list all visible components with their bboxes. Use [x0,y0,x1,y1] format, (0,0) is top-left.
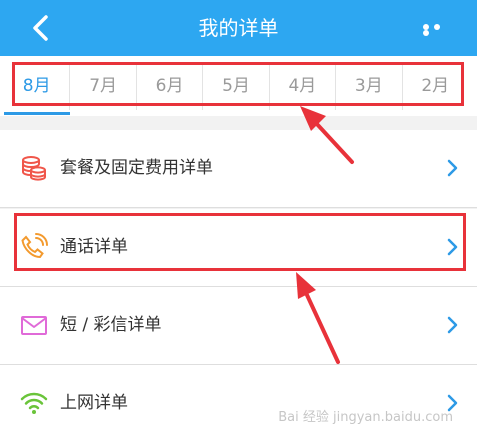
envelope-icon [21,316,47,335]
list-item-package-fees[interactable]: 套餐及固定费用详单 [0,130,477,208]
chevron-right-icon [447,159,458,177]
list-item-label: 套餐及固定费用详单 [60,158,213,178]
coins-icon [22,156,46,181]
month-tabs: 8月 7月 6月 5月 4月 3月 2月 [4,62,468,110]
tab-month-6[interactable]: 6月 [137,62,204,110]
tab-month-5[interactable]: 5月 [203,62,270,110]
phone-call-icon [21,233,48,259]
section-divider [0,116,477,130]
tab-month-2[interactable]: 2月 [403,62,468,110]
list-item-label: 短 / 彩信详单 [60,315,162,335]
tab-month-8[interactable]: 8月 [4,62,71,110]
tab-month-7[interactable]: 7月 [70,62,137,110]
list-item-label: 上网详单 [60,393,128,413]
list-item-call-details[interactable]: 通话详单 [0,209,477,287]
chevron-right-icon [447,316,458,334]
watermark: Bai 经验 jingyan.baidu.com [278,410,453,425]
wifi-icon [20,392,48,414]
month-tabs-bar: 8月 7月 6月 5月 4月 3月 2月 [0,56,477,116]
more-options-icon[interactable] [423,24,453,36]
tab-month-3[interactable]: 3月 [336,62,403,110]
page-title: 我的详单 [198,16,279,40]
tab-month-4[interactable]: 4月 [270,62,337,110]
active-tab-indicator [4,112,70,115]
list-item-data-usage-details[interactable]: 上网详单 [0,365,477,442]
app-header: 我的详单 [0,0,477,56]
list-item-sms-mms-details[interactable]: 短 / 彩信详单 [0,287,477,365]
list-item-label: 通话详单 [60,237,128,257]
chevron-right-icon [447,238,458,256]
